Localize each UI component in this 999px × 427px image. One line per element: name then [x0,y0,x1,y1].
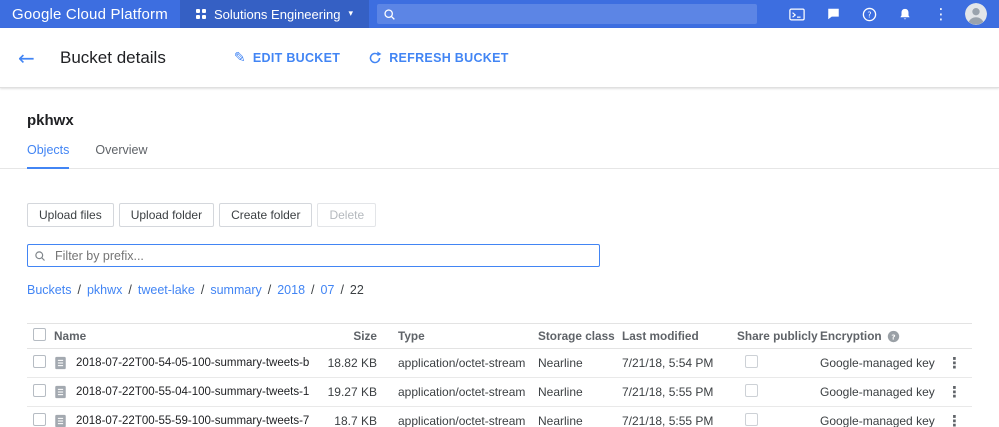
bucket-tabs: Objects Overview [0,143,999,169]
encryption-help-icon[interactable]: ? [887,330,900,343]
filter-by-prefix-input[interactable] [27,244,600,267]
object-encryption: Google-managed key [820,414,937,427]
object-encryption: Google-managed key [820,385,937,399]
object-storage-class: Nearline [538,385,622,399]
encryption-header-label: Encryption [820,329,882,343]
object-last-modified: 7/21/18, 5:55 PM [622,385,737,399]
column-header-storage-class: Storage class [538,329,622,343]
page-header: ← Bucket details ✎ EDIT BUCKET REFRESH B… [0,28,999,88]
delete-button[interactable]: Delete [317,203,376,227]
tab-objects[interactable]: Objects [27,143,69,168]
object-name[interactable]: 2018-07-22T00-55-59-100-summary-tweets-7… [76,415,309,427]
share-publicly-checkbox[interactable] [745,384,758,397]
project-grid-icon [196,9,206,19]
refresh-bucket-label: REFRESH BUCKET [389,51,508,65]
breadcrumb-07[interactable]: 07 [321,283,335,297]
row-menu-button[interactable]: ⋮ [937,412,972,427]
feedback-icon[interactable] [821,2,845,26]
chevron-down-icon: ▾ [348,10,353,19]
topbar-search-input[interactable] [402,7,751,21]
object-size: 19.27 KB [309,385,377,399]
object-encryption: Google-managed key [820,356,937,370]
upload-files-button[interactable]: Upload files [27,203,114,227]
help-icon[interactable]: ? [857,2,881,26]
create-folder-button[interactable]: Create folder [219,203,312,227]
object-toolbar: Upload files Upload folder Create folder… [27,203,972,227]
table-row[interactable]: 2018-07-22T00-55-59-100-summary-tweets-7… [27,407,972,427]
row-checkbox[interactable] [33,413,46,426]
row-menu-button[interactable]: ⋮ [937,354,972,372]
object-size: 18.7 KB [309,414,377,427]
table-row[interactable]: 2018-07-22T00-55-04-100-summary-tweets-1… [27,378,972,407]
select-all-checkbox[interactable] [33,328,46,341]
table-header-row: Name Size Type Storage class Last modifi… [27,323,972,349]
object-storage-class: Nearline [538,414,622,427]
object-size: 18.82 KB [309,356,377,370]
column-header-last-modified: Last modified [622,329,737,343]
object-type: application/octet-stream [377,414,538,427]
object-name[interactable]: 2018-07-22T00-55-04-100-summary-tweets-1… [76,386,309,398]
row-checkbox[interactable] [33,384,46,397]
table-row[interactable]: 2018-07-22T00-54-05-100-summary-tweets-b… [27,349,972,378]
refresh-icon [368,51,382,65]
project-selector[interactable]: Solutions Engineering ▾ [180,0,369,28]
project-name: Solutions Engineering [214,7,340,22]
row-checkbox[interactable] [33,355,46,368]
object-name[interactable]: 2018-07-22T00-54-05-100-summary-tweets-b… [76,357,309,369]
breadcrumb-2018[interactable]: 2018 [277,283,305,297]
column-header-encryption: Encryption ? [820,329,937,343]
file-icon [54,385,76,399]
breadcrumb-22: 22 [350,283,364,297]
breadcrumb-separator: / [77,283,80,297]
search-icon [383,8,396,21]
column-header-type: Type [377,329,538,343]
svg-text:?: ? [867,10,871,19]
breadcrumb-tweet-lake[interactable]: tweet-lake [138,283,195,297]
cloud-shell-icon[interactable] [785,2,809,26]
breadcrumb-separator: / [311,283,314,297]
avatar[interactable] [965,3,987,25]
notifications-bell-icon[interactable] [893,2,917,26]
breadcrumb-separator: / [268,283,271,297]
object-type: application/octet-stream [377,356,538,370]
more-options-icon[interactable]: ⋮ [929,2,953,26]
tab-overview[interactable]: Overview [95,143,147,168]
object-last-modified: 7/21/18, 5:55 PM [622,414,737,427]
topbar-search[interactable] [377,4,757,24]
topbar: Google Cloud Platform Solutions Engineer… [0,0,999,28]
edit-icon: ✎ [234,51,246,65]
column-header-share-publicly: Share publicly [737,329,820,343]
topbar-actions: ? ⋮ [773,2,987,26]
upload-folder-button[interactable]: Upload folder [119,203,214,227]
file-icon [54,356,76,370]
svg-text:?: ? [891,332,895,341]
file-icon [54,414,76,427]
breadcrumb-separator: / [201,283,204,297]
edit-bucket-button[interactable]: ✎ EDIT BUCKET [234,51,340,65]
breadcrumb: Buckets / pkhwx / tweet-lake / summary /… [27,283,972,297]
back-button[interactable]: ← [18,48,40,68]
share-publicly-checkbox[interactable] [745,413,758,426]
edit-bucket-label: EDIT BUCKET [253,51,340,65]
objects-table: Name Size Type Storage class Last modifi… [27,323,972,427]
object-type: application/octet-stream [377,385,538,399]
breadcrumb-pkhwx[interactable]: pkhwx [87,283,122,297]
object-last-modified: 7/21/18, 5:54 PM [622,356,737,370]
refresh-bucket-button[interactable]: REFRESH BUCKET [368,51,508,65]
share-publicly-checkbox[interactable] [745,355,758,368]
breadcrumb-summary[interactable]: summary [210,283,261,297]
gcp-brand[interactable]: Google Cloud Platform [12,6,168,23]
column-header-size: Size [309,329,377,343]
breadcrumb-separator: / [128,283,131,297]
main-content: pkhwx Objects Overview Upload files Uplo… [0,112,999,427]
breadcrumb-buckets[interactable]: Buckets [27,283,71,297]
filter-search-icon [34,249,46,267]
breadcrumb-separator: / [340,283,343,297]
object-storage-class: Nearline [538,356,622,370]
column-header-name: Name [54,329,309,343]
row-menu-button[interactable]: ⋮ [937,383,972,401]
filter-box [27,244,600,267]
page-title: Bucket details [60,48,166,68]
bucket-name: pkhwx [27,112,972,129]
